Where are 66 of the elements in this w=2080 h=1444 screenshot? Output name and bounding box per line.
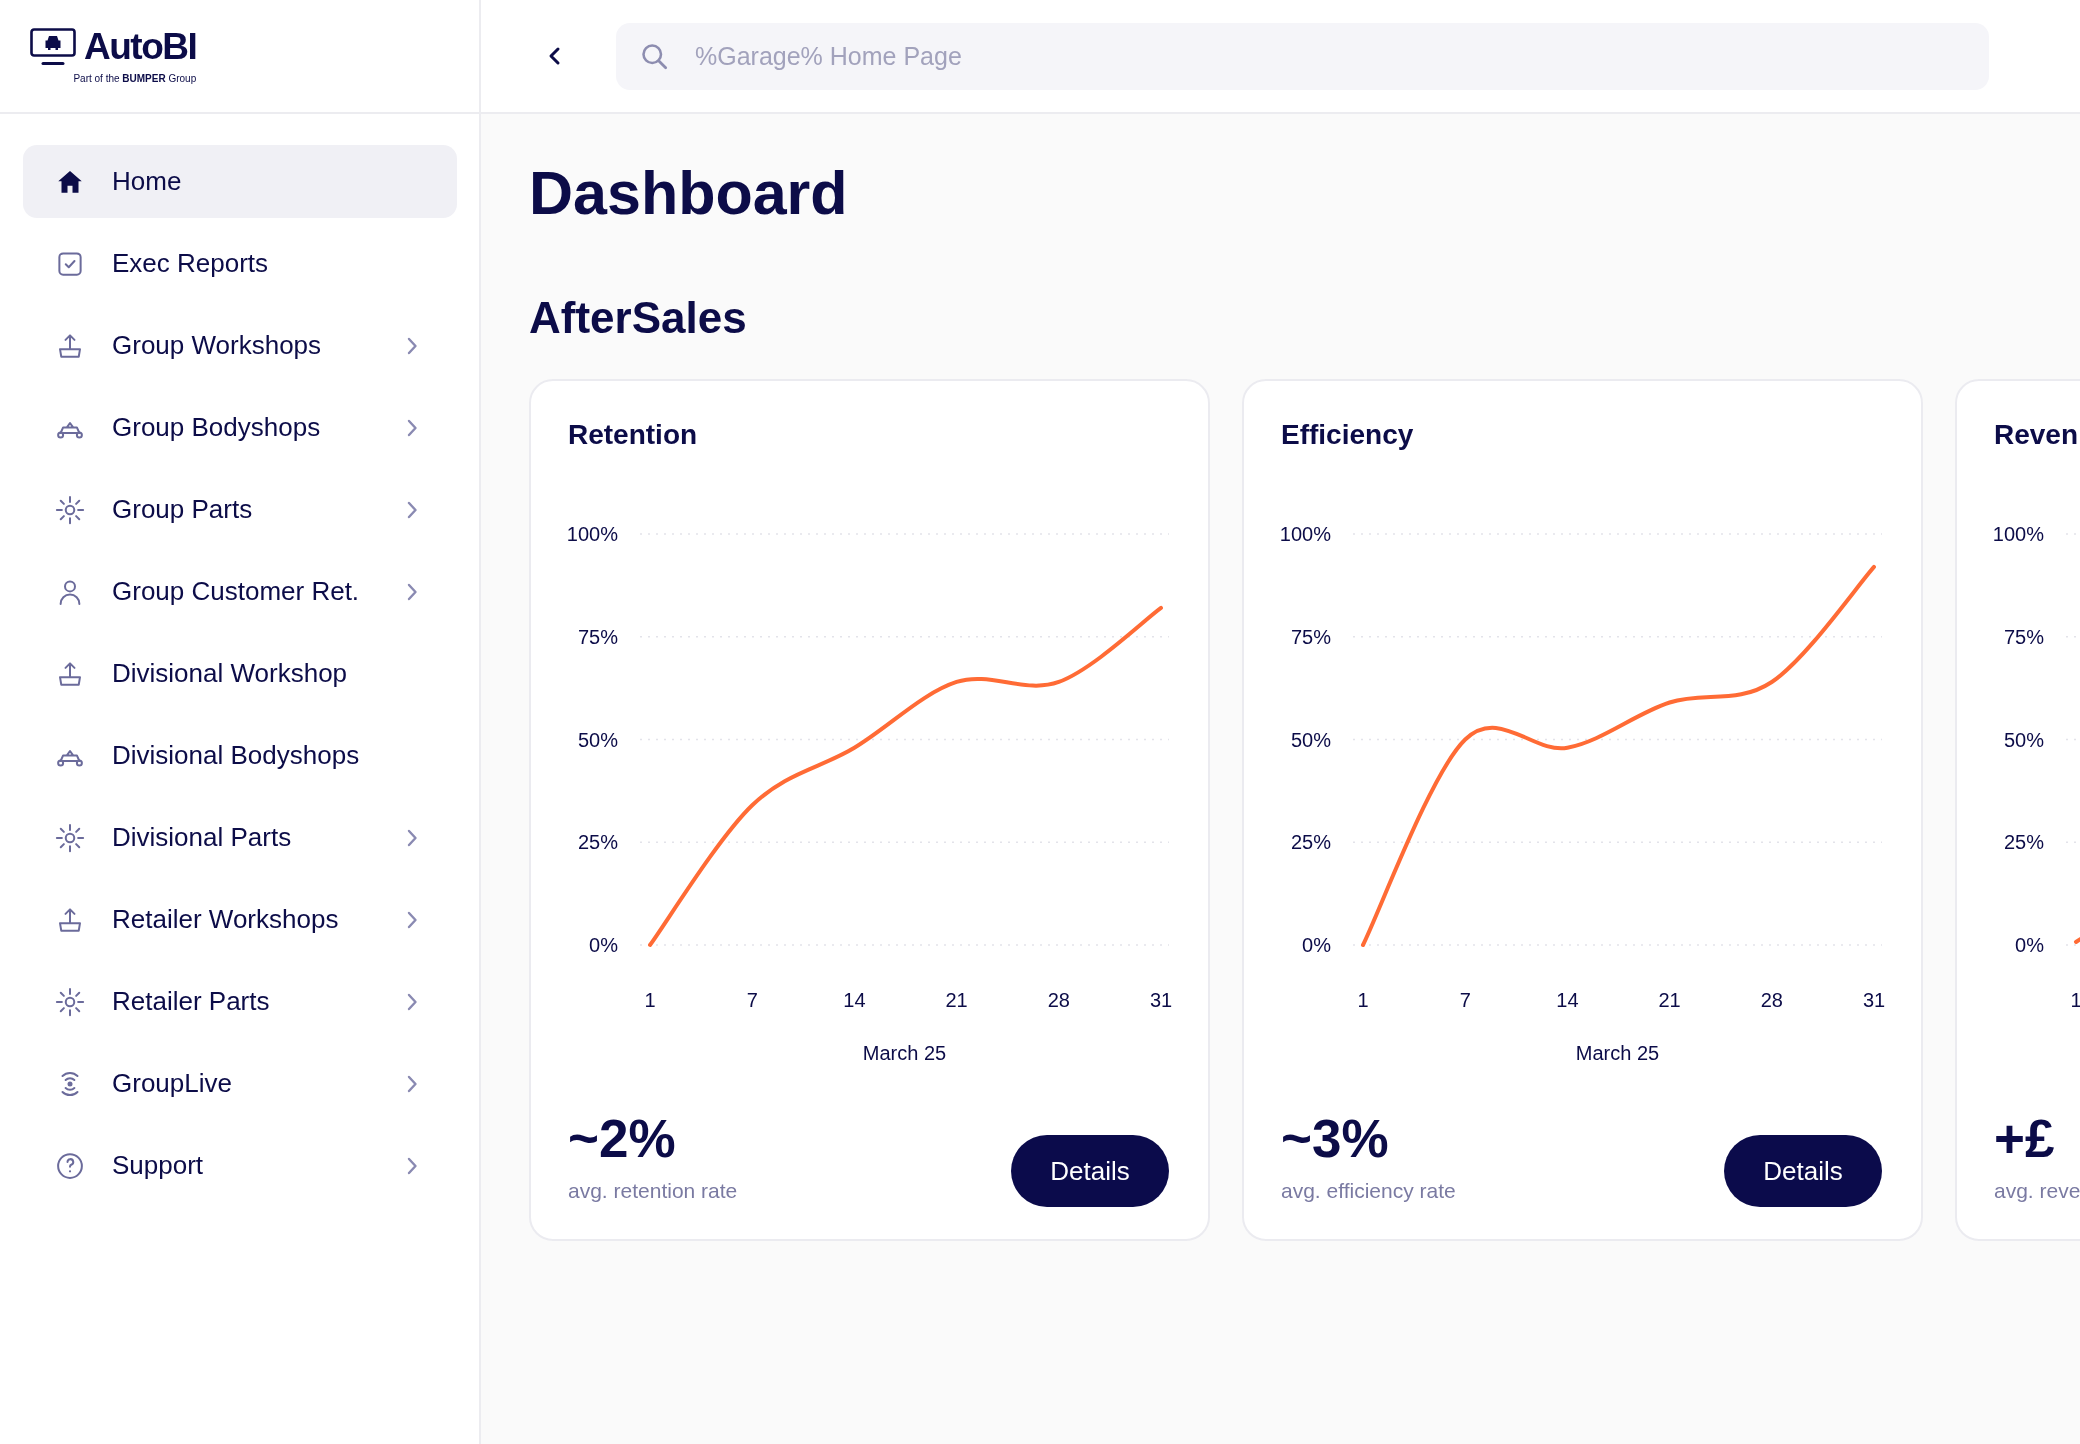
x-axis-title: March 25 — [862, 1042, 947, 1064]
y-axis-label: 75% — [2003, 625, 2044, 648]
y-axis-label: 25% — [2003, 831, 2044, 854]
chevron-left-icon[interactable] — [547, 46, 561, 66]
x-axis-label: 14 — [843, 989, 866, 1011]
sidebar-item[interactable]: Group Customer Ret. — [23, 555, 457, 628]
sidebar-item[interactable]: Retailer Workshops — [23, 883, 457, 956]
sidebar-item[interactable]: Group Workshops — [23, 309, 457, 382]
x-axis-label: 28 — [1047, 989, 1070, 1011]
sidebar-item[interactable]: Retailer Parts — [23, 965, 457, 1038]
x-axis-label: 31 — [1862, 989, 1886, 1011]
y-axis-label: 75% — [577, 625, 618, 648]
card-title: Efficiency — [1281, 418, 1414, 452]
stat-value: ~3% — [1281, 1108, 1389, 1170]
y-axis-label: 50% — [1290, 728, 1331, 751]
stat-caption: avg. efficiency rate — [1281, 1178, 1456, 1204]
y-axis-label: 75% — [1290, 625, 1331, 648]
sidebar-item[interactable]: Group Parts — [23, 473, 457, 546]
sidebar-item[interactable]: Divisional Bodyshops — [23, 719, 457, 792]
x-axis-label: 1 — [1357, 989, 1369, 1011]
y-axis-label: 25% — [577, 831, 618, 854]
stat-caption: avg. reve — [1994, 1178, 2080, 1204]
card-title: Reven — [1994, 418, 2079, 452]
y-axis-label: 0% — [1302, 934, 1331, 956]
x-axis-label: 21 — [945, 989, 968, 1011]
sun-icon — [55, 986, 85, 1017]
sidebar-item[interactable]: Exec Reports — [23, 227, 457, 300]
y-axis-label: 0% — [589, 934, 618, 956]
logo-wordmark: AutoBI — [84, 27, 197, 66]
x-axis-label: 21 — [1658, 989, 1681, 1011]
details-button[interactable]: Details — [1011, 1135, 1169, 1207]
section-heading: AfterSales — [529, 292, 748, 344]
x-axis-label: 1 — [644, 989, 656, 1011]
y-axis-label: 50% — [2003, 728, 2044, 751]
x-axis-label: 28 — [1760, 989, 1783, 1011]
stat-caption: avg. retention rate — [568, 1178, 738, 1204]
y-axis-label: 100% — [1992, 523, 2044, 545]
details-button[interactable]: Details — [1724, 1135, 1882, 1207]
x-axis-label: 31 — [1149, 989, 1173, 1011]
sidebar-item[interactable]: GroupLive — [23, 1047, 457, 1120]
sidebar-item[interactable]: Divisional Parts — [23, 801, 457, 874]
stat-value: +£ — [1994, 1108, 2055, 1170]
x-axis-label: 14 — [1556, 989, 1579, 1011]
y-axis-label: 25% — [1290, 831, 1331, 854]
monitor-car-icon — [30, 27, 76, 66]
x-axis-label: 1 — [2070, 989, 2080, 1011]
logo-tagline: Part of the BUMPER Group — [73, 71, 197, 85]
card-title: Retention — [568, 418, 698, 452]
sidebar-item[interactable]: Group Bodyshops — [23, 391, 457, 464]
sun-icon — [55, 822, 85, 853]
sidebar-item[interactable]: Divisional Workshop — [23, 637, 457, 710]
x-axis-label: 7 — [1459, 989, 1471, 1011]
x-axis-label: 7 — [746, 989, 758, 1011]
x-axis-title: March 25 — [1575, 1042, 1660, 1064]
sidebar-item[interactable]: Support — [23, 1129, 457, 1202]
stat-value: ~2% — [568, 1108, 676, 1170]
y-axis-label: 100% — [1279, 523, 1331, 545]
search-icon — [640, 41, 668, 70]
y-axis-label: 100% — [566, 523, 618, 545]
sun-icon — [55, 494, 85, 525]
search-field[interactable]: %Garage% Home Page — [616, 22, 1989, 90]
sidebar-item[interactable]: Home — [23, 145, 457, 218]
y-axis-label: 50% — [577, 728, 618, 751]
question-circle-icon — [55, 1150, 85, 1181]
page-title: Dashboard — [529, 158, 849, 228]
y-axis-label: 0% — [2015, 934, 2044, 956]
